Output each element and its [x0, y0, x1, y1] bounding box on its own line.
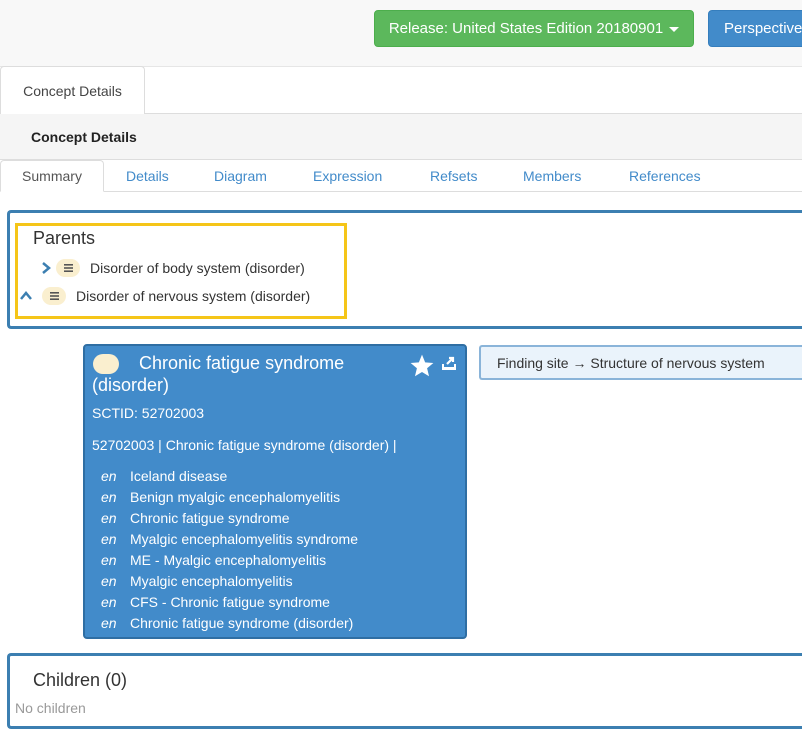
parent-item-label[interactable]: Disorder of nervous system (disorder) — [76, 288, 310, 304]
tab-expression[interactable]: Expression — [313, 160, 382, 191]
tab-expression-label: Expression — [313, 167, 383, 184]
list-item: en Chronic fatigue syndrome (disorder) — [101, 613, 358, 634]
release-dropdown-button[interactable]: Release: United States Edition 20180901 — [374, 10, 694, 47]
language-code: en — [101, 510, 117, 526]
list-item: en Iceland disease — [101, 466, 358, 487]
synonym-term: Myalgic encephalomyelitis — [130, 573, 293, 589]
language-code: en — [101, 573, 117, 589]
tab-refsets-label: Refsets — [430, 167, 478, 184]
release-label: Release: United States Edition 20180901 — [388, 20, 664, 37]
top-toolbar: Release: United States Edition 20180901 … — [0, 0, 802, 67]
menu-icon — [49, 292, 59, 300]
chevron-right-icon[interactable] — [40, 262, 52, 274]
finding-site-attribute[interactable]: Finding site → Structure of nervous syst… — [479, 345, 802, 380]
tab-details-label: Details — [126, 167, 169, 184]
list-item: en Myalgic encephalomyelitis syndrome — [101, 529, 358, 550]
concept-type-badge — [56, 259, 80, 277]
concept-tabs: Summary Details Diagram Expression Refse… — [0, 160, 802, 192]
language-code: en — [101, 615, 117, 631]
tab-references[interactable]: References — [629, 160, 701, 191]
tab-members[interactable]: Members — [523, 160, 581, 191]
caret-down-icon — [669, 27, 680, 32]
list-item: en ME - Myalgic encephalomyelitis — [101, 550, 358, 571]
export-icon[interactable] — [441, 355, 457, 371]
language-code: en — [101, 489, 117, 505]
language-code: en — [101, 468, 117, 484]
tab-concept-details[interactable]: Concept Details — [0, 66, 145, 115]
tab-concept-details-label: Concept Details — [23, 83, 122, 99]
focus-concept-card: Chronic fatigue syndrome (disorder) SCTI… — [83, 344, 467, 639]
synonym-term: Benign myalgic encephalomyelitis — [130, 489, 341, 505]
chevron-up-icon[interactable] — [20, 290, 32, 302]
synonym-term: Iceland disease — [130, 468, 228, 484]
parent-item-label[interactable]: Disorder of body system (disorder) — [90, 260, 305, 276]
star-icon[interactable] — [409, 353, 435, 379]
synonym-term: Chronic fatigue syndrome (disorder) — [130, 615, 354, 631]
tab-members-label: Members — [523, 167, 582, 184]
list-item: en Chronic fatigue syndrome — [101, 508, 358, 529]
tab-diagram-label: Diagram — [214, 167, 267, 184]
concept-title: Chronic fatigue syndrome (disorder) — [92, 353, 345, 395]
synonym-list: en Iceland disease en Benign myalgic encep… — [101, 466, 358, 634]
tab-references-label: References — [629, 167, 701, 184]
tab-refsets[interactable]: Refsets — [430, 160, 477, 191]
sctid-line: SCTID: 52702003 — [92, 405, 205, 421]
children-title: Children (0) — [33, 670, 128, 690]
perspectives-button[interactable]: Perspectives — [708, 10, 802, 47]
synonym-term: Myalgic encephalomyelitis syndrome — [130, 531, 358, 547]
parent-item[interactable]: Disorder of body system (disorder) — [40, 259, 305, 277]
language-code: en — [101, 531, 117, 547]
attribute-text: Finding site → Structure of nervous syst… — [497, 354, 765, 371]
panel-title: Concept Details — [31, 128, 137, 145]
no-children-text: No children — [15, 700, 86, 716]
synonym-term: ME - Myalgic encephalomyelitis — [130, 552, 327, 568]
list-item: en Myalgic encephalomyelitis — [101, 571, 358, 592]
synonym-term: Chronic fatigue syndrome — [130, 510, 290, 526]
synonym-term: CFS - Chronic fatigue syndrome — [130, 594, 330, 610]
children-panel — [7, 653, 802, 729]
language-code: en — [101, 594, 117, 610]
tab-summary-label: Summary — [22, 168, 82, 184]
concept-type-badge — [42, 287, 66, 305]
fsn-line: 52702003 | Chronic fatigue syndrome (dis… — [92, 437, 397, 453]
parent-item[interactable]: Disorder of nervous system (disorder) — [20, 287, 310, 305]
panel-heading: Concept Details — [0, 114, 802, 160]
tab-details[interactable]: Details — [126, 160, 169, 191]
list-item: en CFS - Chronic fatigue syndrome — [101, 592, 358, 613]
menu-icon — [63, 264, 73, 272]
language-code: en — [101, 552, 117, 568]
tab-summary[interactable]: Summary — [0, 160, 104, 192]
list-item: en Benign myalgic encephalomyelitis — [101, 487, 358, 508]
perspectives-label: Perspectives — [724, 20, 802, 37]
tab-diagram[interactable]: Diagram — [214, 160, 267, 191]
parents-title: Parents — [33, 228, 96, 248]
